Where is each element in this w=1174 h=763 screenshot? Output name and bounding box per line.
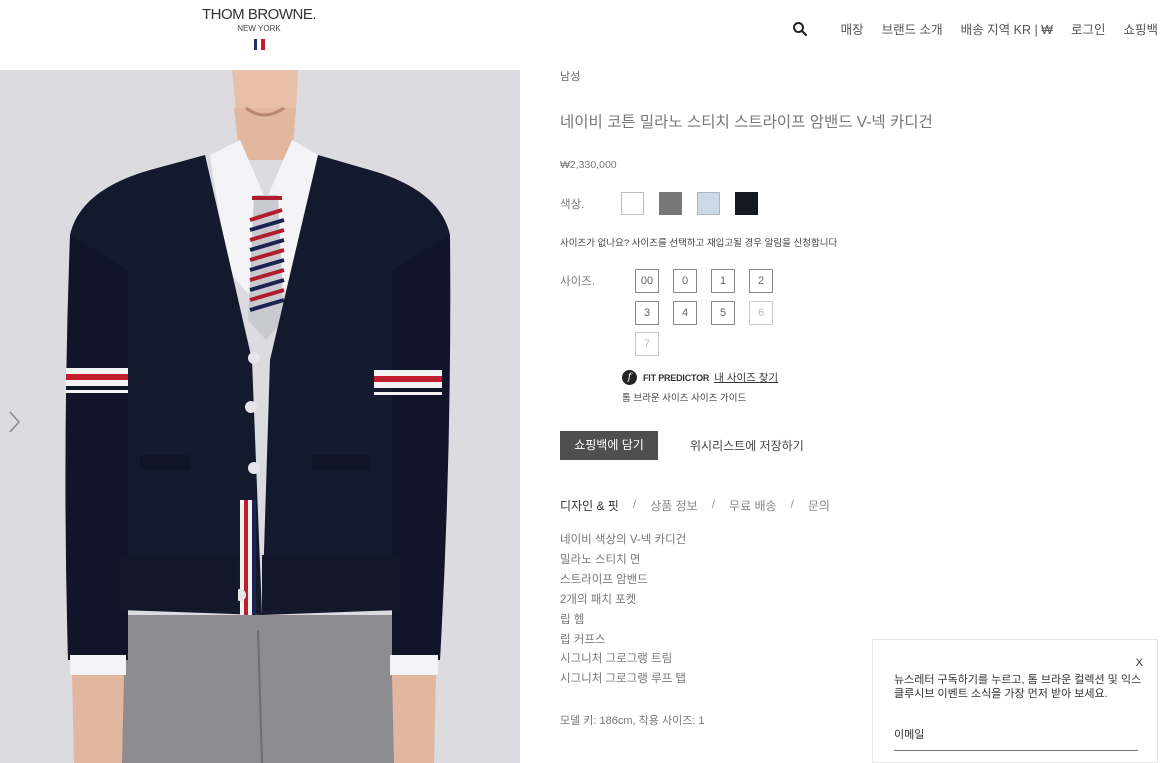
product-title: 네이비 코튼 밀라노 스티치 스트라이프 암밴드 V-넥 카디건 [560,114,933,131]
fit-predictor-icon: f [622,370,637,385]
fit-predictor-label: FIT PREDICTOR [643,372,710,383]
size-guide-link[interactable]: 톰 브라운 사이즈 사이즈 가이드 [622,390,746,404]
description-item: 네이비 색상의 V-넥 카디건 [560,534,687,546]
color-swatch-light-blue[interactable] [697,192,720,215]
newsletter-text: 뉴스레터 구독하기를 누르고, 톰 브라운 컬렉션 및 익스클루시브 이벤트 소… [894,674,1142,700]
color-label: 색상. [560,199,585,211]
product-info-tabs: 디자인 & 핏 / 상품 정보 / 무료 배송 / 문의 [560,497,830,514]
add-to-bag-button[interactable]: 쇼핑백에 담기 [560,431,658,460]
color-swatches [621,192,773,215]
size-option[interactable]: 5 [711,301,735,325]
size-label: 사이즈. [560,276,595,288]
tab-free-shipping[interactable]: 무료 배송 [729,497,777,514]
nav-stores[interactable]: 매장 [841,19,864,38]
product-price: ₩2,330,000 [560,159,617,171]
size-option[interactable]: 7 [635,332,659,356]
color-swatch-white[interactable] [621,192,644,215]
close-icon[interactable]: X [1136,657,1143,669]
tab-inquiry[interactable]: 문의 [808,497,830,514]
tab-separator: / [632,497,637,511]
cardigan-illustration [0,70,520,763]
newsletter-popup: X 뉴스레터 구독하기를 누르고, 톰 브라운 컬렉션 및 익스클루시브 이벤트… [872,639,1158,763]
top-nav: 매장 브랜드 소개 배송 지역 KR | ₩ 로그인 쇼핑백 [792,19,1158,38]
tab-separator: / [790,497,794,511]
logo-wordmark: THOM BROWNE. [202,6,317,23]
model-info: 모델 키: 186cm, 착용 사이즈: 1 [560,715,705,727]
description-item: 밀라노 스티치 면 [560,553,641,566]
description-item: 시그니처 그로그랭 루프 탭 [560,673,686,686]
size-option[interactable]: 3 [635,301,659,325]
nav-brand[interactable]: 브랜드 소개 [882,19,943,38]
save-to-wishlist-button[interactable]: 위시리스트에 저장하기 [690,437,804,454]
email-field[interactable]: 이메일 [894,728,1138,751]
size-option[interactable]: 1 [711,269,735,293]
size-notice: 사이즈가 없나요? 사이즈를 선택하고 재입고될 경우 알림을 신청합니다 [560,238,838,249]
next-image-chevron-icon[interactable] [4,408,24,436]
tricolor-flag-icon [253,39,265,50]
size-option[interactable]: 0 [673,269,697,293]
find-my-size-link[interactable]: 내 사이즈 찾기 [714,370,778,385]
nav-shipping-region[interactable]: 배송 지역 KR | ₩ [961,19,1053,38]
product-description-list: 네이비 색상의 V-넥 카디건 밀라노 스티치 면 스트라이프 암밴드 2개의 … [560,531,686,690]
logo-subtitle: NEW YORK [237,24,281,33]
color-swatch-grey[interactable] [659,192,682,215]
description-item: 2개의 패치 포켓 [560,593,637,606]
tab-separator: / [711,497,716,511]
color-swatch-navy[interactable] [735,192,758,215]
nav-login[interactable]: 로그인 [1071,19,1106,38]
size-option[interactable]: 4 [673,301,697,325]
nav-shopping-bag[interactable]: 쇼핑백 [1123,19,1158,38]
product-image[interactable] [0,70,520,763]
breadcrumb-category[interactable]: 남성 [560,68,580,84]
description-item: 립 커프스 [560,633,606,646]
site-header: THOM BROWNE. NEW YORK 매장 브랜드 소개 배송 지역 KR… [0,0,1174,70]
brand-logo[interactable]: THOM BROWNE. NEW YORK [200,6,318,50]
description-item: 시그니처 그로그랭 트림 [560,653,673,666]
tab-design-fit[interactable]: 디자인 & 핏 [560,497,619,514]
tab-product-info[interactable]: 상품 정보 [650,497,698,514]
size-option[interactable]: 2 [749,269,773,293]
fit-predictor: f FIT PREDICTOR 내 사이즈 찾기 [622,370,778,385]
description-item: 립 헴 [560,613,585,626]
search-icon[interactable] [792,21,808,37]
size-option[interactable]: 00 [635,269,659,293]
description-item: 스트라이프 암밴드 [560,573,648,586]
size-option[interactable]: 6 [749,301,773,325]
